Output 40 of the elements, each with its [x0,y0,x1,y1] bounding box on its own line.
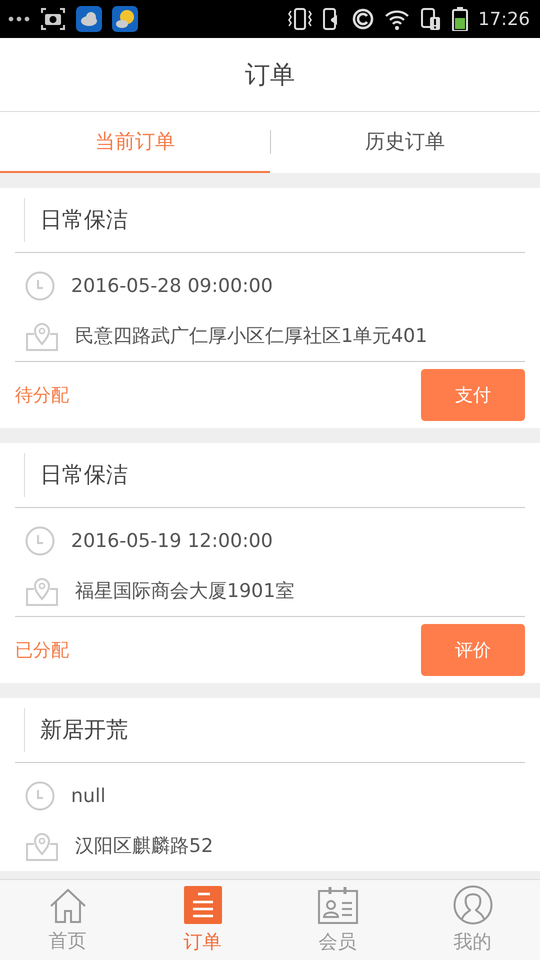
user-icon [452,885,492,925]
service-name: 新居开荒 [40,717,128,745]
order-time: 2016-05-28 09:00:00 [71,275,273,297]
order-tab[interactable]: 当前订单 [0,112,270,173]
clock-icon [25,271,55,301]
service-name: 日常保洁 [40,462,128,490]
order-address: 汉阳区麒麟路52 [75,834,214,859]
battery-icon [452,7,468,31]
id-card-icon [316,885,358,925]
sim-alert-icon [420,7,442,31]
more-icon [8,14,30,24]
order-status: 待分配 [15,384,69,407]
c-circle-icon [352,8,374,30]
status-time: 17:26 [478,8,530,30]
clock-icon [25,526,55,556]
order-time: null [71,785,106,807]
cloud-app-icon [76,6,102,32]
home-icon [48,886,88,924]
page-title: 订单 [245,59,295,91]
nav-tab[interactable]: 我的 [405,880,540,960]
order-address: 福星国际商会大厦1901室 [75,579,294,604]
service-name: 日常保洁 [40,207,128,235]
sun-cloud-app-icon [112,6,138,32]
order-tab[interactable]: 历史订单 [270,112,540,173]
order-address: 民意四路武广仁厚小区仁厚社区1单元401 [75,324,428,349]
list-icon [182,885,222,925]
action-button[interactable]: 支付 [421,369,525,421]
wifi-icon [384,8,410,30]
action-button[interactable]: 评价 [421,624,525,676]
vibrate-icon [288,7,312,31]
nav-tab[interactable]: 首页 [0,880,135,960]
order-time: 2016-05-19 12:00:00 [71,530,273,552]
nav-tab[interactable]: 会员 [270,880,405,960]
camera-icon [40,7,66,31]
order-status: 已分配 [15,639,69,662]
map-pin-icon [25,575,59,607]
map-pin-icon [25,320,59,352]
clock-icon [25,781,55,811]
nav-tab[interactable]: 订单 [135,880,270,960]
map-pin-icon [25,830,59,862]
